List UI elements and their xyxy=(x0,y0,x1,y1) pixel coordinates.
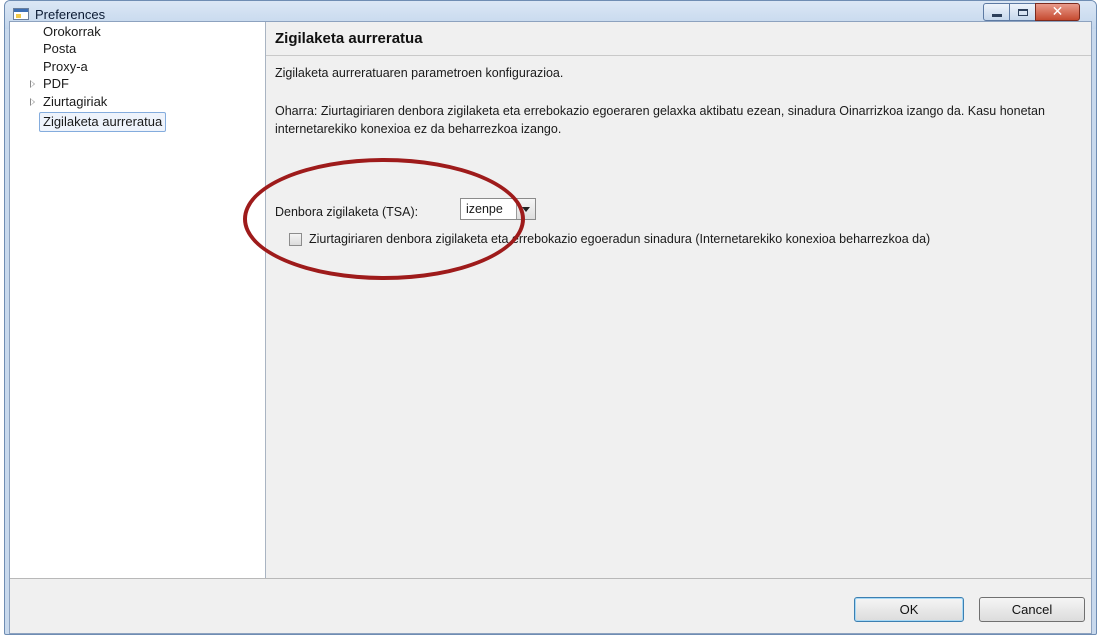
preferences-window: Preferences ✕ Orokorrak Posta Proxy-a PD… xyxy=(4,0,1097,635)
app-window-icon xyxy=(13,8,29,20)
window-title: Preferences xyxy=(35,7,106,22)
dialog-client-area: Orokorrak Posta Proxy-a PDF Ziurtagiriak… xyxy=(9,21,1092,634)
tsa-select[interactable]: izenpe xyxy=(460,198,536,220)
expand-arrow-icon[interactable] xyxy=(30,80,35,88)
signature-checkbox[interactable] xyxy=(289,233,302,246)
cancel-button[interactable]: Cancel xyxy=(979,597,1085,622)
tsa-label: Denbora zigilaketa (TSA): xyxy=(275,205,419,219)
tree-item-proxy[interactable]: Proxy-a xyxy=(43,58,88,76)
note-text: Oharra: Ziurtagiriaren denbora zigilaket… xyxy=(275,104,1045,136)
tree-item-label: Ziurtagiriak xyxy=(43,94,108,109)
settings-panel: Zigilaketa aurreratua Zigilaketa aurrera… xyxy=(266,22,1091,578)
ok-button[interactable]: OK xyxy=(854,597,964,622)
page-title: Zigilaketa aurreratua xyxy=(275,30,423,47)
tree-item-posta[interactable]: Posta xyxy=(43,40,76,58)
tree-item-ziurtagiriak[interactable]: Ziurtagiriak xyxy=(30,93,108,111)
maximize-icon xyxy=(1017,8,1028,16)
minimize-icon xyxy=(991,13,1002,17)
maximize-button[interactable] xyxy=(1009,3,1036,21)
tree-item-label: Proxy-a xyxy=(43,59,88,74)
chevron-down-icon[interactable] xyxy=(516,199,535,219)
close-icon: ✕ xyxy=(1051,4,1064,20)
minimize-button[interactable] xyxy=(983,3,1010,21)
tree-item-orokorrak[interactable]: Orokorrak xyxy=(43,23,101,41)
tsa-selected-value: izenpe xyxy=(466,202,503,216)
tree-item-zigilaketa-aurreratua[interactable]: Zigilaketa aurreratua xyxy=(39,112,167,132)
title-divider xyxy=(266,55,1091,56)
tree-item-label: Posta xyxy=(43,41,77,56)
expand-arrow-icon[interactable] xyxy=(30,98,35,106)
tree-item-label: Zigilaketa aurreratua xyxy=(43,114,163,129)
page-description: Zigilaketa aurreratuaren parametroen kon… xyxy=(275,66,564,80)
close-button[interactable]: ✕ xyxy=(1035,3,1080,21)
button-bar: OK Cancel xyxy=(10,578,1091,633)
tree-item-label: Orokorrak xyxy=(43,24,101,39)
preferences-tree: Orokorrak Posta Proxy-a PDF Ziurtagiriak… xyxy=(10,22,266,578)
tree-item-pdf[interactable]: PDF xyxy=(30,75,69,93)
signature-checkbox-label[interactable]: Ziurtagiriaren denbora zigilaketa eta er… xyxy=(309,232,930,246)
tree-item-label: PDF xyxy=(43,76,69,91)
